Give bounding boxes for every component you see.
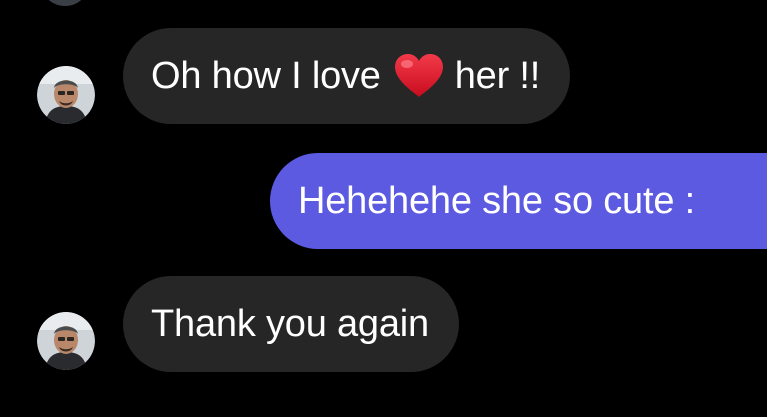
message-bubble-outgoing[interactable]: Hehehehe she so cute :: [270, 153, 767, 249]
message-text: Hehehehe she so cute :: [298, 180, 695, 222]
red-heart-icon: [394, 54, 443, 97]
avatar-photo: [37, 312, 95, 370]
sender-avatar[interactable]: [37, 312, 95, 370]
message-text: her !!: [454, 55, 541, 97]
message-bubble-incoming[interactable]: Thank you again: [123, 276, 459, 372]
message-bubble-incoming[interactable]: Oh how I love her !!: [123, 28, 571, 124]
avatar-photo: [37, 66, 95, 124]
previous-avatar[interactable]: [40, 0, 90, 6]
sender-avatar[interactable]: [37, 66, 95, 124]
message-text: Thank you again: [151, 303, 429, 345]
message-text: Oh how I love: [151, 55, 381, 97]
